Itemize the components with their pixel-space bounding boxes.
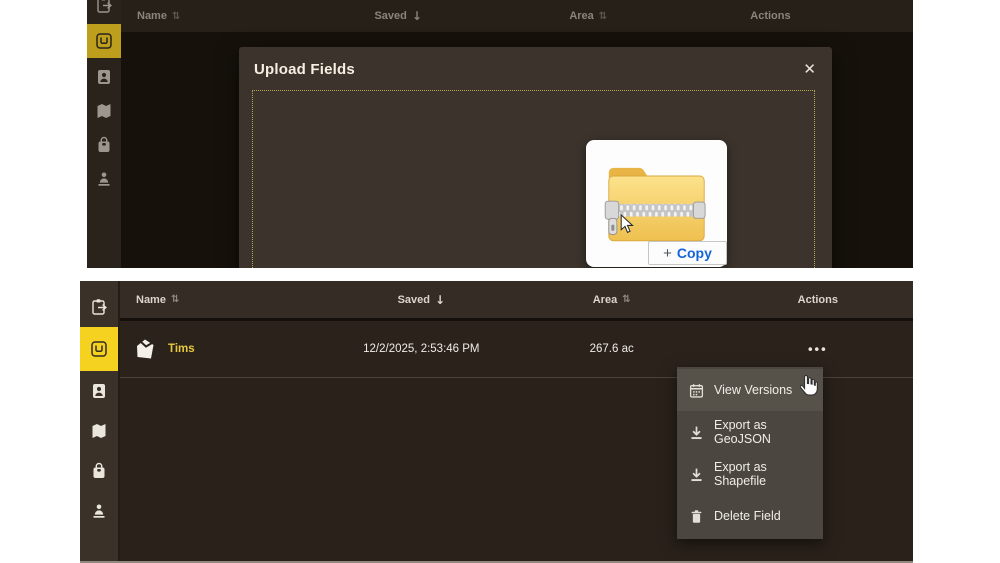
sort-both-icon[interactable]: ⇅ — [171, 294, 179, 305]
menu-item-export-geojson[interactable]: Export as GeoJSON — [677, 411, 823, 453]
menu-item-label: View Versions — [714, 383, 793, 397]
sidebar-item-import[interactable] — [80, 491, 118, 531]
dragged-file-thumbnail: + Copy — [586, 140, 727, 267]
modal-header: Upload Fields ✕ — [239, 47, 832, 91]
bottom-content: Name ⇅ Saved ↓ Area ⇅ Actions Tims 12/2/… — [120, 281, 913, 561]
column-label: Saved — [397, 293, 431, 306]
column-label: Actions — [797, 293, 838, 306]
copy-label: Copy — [676, 245, 712, 261]
fields-table-header-dimmed: Name ⇅ Saved ↓ Area ⇅ Actions — [121, 0, 913, 32]
fields-icon — [96, 33, 112, 49]
field-saved-timestamp: 12/2/2025, 2:53:46 PM — [363, 343, 480, 355]
import-person-icon — [98, 172, 110, 186]
column-label: Saved — [374, 10, 407, 22]
contact-badge-icon — [98, 70, 110, 84]
column-header-saved[interactable]: Saved ↓ — [374, 9, 421, 23]
field-name[interactable]: Tims — [168, 343, 195, 355]
field-area: 267.6 ac — [589, 343, 634, 355]
map-icon — [97, 104, 111, 118]
import-person-icon — [93, 504, 105, 518]
sidebar-item-import[interactable] — [87, 162, 121, 196]
column-header-saved[interactable]: Saved ↓ — [398, 293, 445, 307]
page-canvas: Name ⇅ Saved ↓ Area ⇅ Actions Upload Fie… — [0, 0, 1000, 563]
column-header-area[interactable]: Area ⇅ — [593, 294, 631, 306]
sidebar-item-fields[interactable] — [80, 327, 118, 371]
column-label: Area — [592, 293, 618, 306]
close-icon[interactable]: ✕ — [803, 60, 816, 78]
column-label: Actions — [750, 10, 791, 22]
column-label: Area — [569, 10, 594, 22]
column-header-name[interactable]: Name ⇅ — [136, 294, 179, 306]
modal-title: Upload Fields — [254, 60, 355, 78]
sort-both-icon[interactable]: ⇅ — [622, 294, 630, 305]
app-sidebar — [80, 281, 120, 561]
sidebar-item-share[interactable] — [87, 0, 121, 22]
sidebar-item-share[interactable] — [80, 287, 118, 327]
sidebar-item-contacts[interactable] — [80, 371, 118, 411]
calendar-icon — [689, 383, 704, 398]
sidebar-item-bag[interactable] — [87, 128, 121, 162]
column-header-actions: Actions — [798, 294, 838, 306]
menu-item-label: Export as GeoJSON — [714, 418, 771, 446]
map-icon — [92, 424, 106, 438]
column-label: Name — [137, 10, 167, 22]
sidebar-item-map[interactable] — [87, 94, 121, 128]
sort-both-icon[interactable]: ⇅ — [172, 11, 180, 22]
column-header-name[interactable]: Name ⇅ — [137, 10, 180, 22]
share-clipboard-icon — [97, 0, 112, 13]
trash-icon — [691, 509, 702, 523]
sort-desc-icon[interactable]: ↓ — [435, 293, 445, 307]
zip-folder-icon — [604, 167, 706, 242]
menu-item-delete-field[interactable]: Delete Field — [677, 495, 823, 537]
drag-copy-badge: + Copy — [648, 241, 727, 265]
menu-item-label: Export as Shapefile — [714, 460, 767, 488]
share-clipboard-icon — [92, 299, 107, 315]
mouse-arrow-cursor — [620, 214, 634, 234]
column-label: Name — [136, 293, 166, 306]
screenshot-upload-modal: Name ⇅ Saved ↓ Area ⇅ Actions Upload Fie… — [87, 0, 913, 268]
field-shape-icon — [137, 339, 154, 359]
bag-icon — [98, 136, 110, 152]
screenshot-fields-table: Name ⇅ Saved ↓ Area ⇅ Actions Tims 12/2/… — [80, 281, 913, 563]
sidebar-item-fields[interactable] — [87, 24, 121, 58]
menu-item-label: Delete Field — [714, 509, 781, 523]
download-icon — [691, 468, 702, 481]
sort-both-icon[interactable]: ⇅ — [599, 11, 607, 22]
upload-fields-modal: Upload Fields ✕ + Copy — [239, 47, 832, 268]
download-icon — [691, 426, 702, 439]
fields-table-header: Name ⇅ Saved ↓ Area ⇅ Actions — [120, 281, 913, 321]
plus-icon: + — [663, 244, 672, 262]
column-header-area[interactable]: Area ⇅ — [569, 10, 607, 22]
sort-desc-icon[interactable]: ↓ — [412, 9, 422, 23]
bag-icon — [93, 462, 105, 478]
upload-dropzone[interactable] — [252, 90, 815, 268]
column-header-actions: Actions — [750, 10, 790, 22]
app-sidebar — [87, 0, 121, 268]
hand-pointer-cursor — [799, 374, 818, 396]
menu-item-export-shapefile[interactable]: Export as Shapefile — [677, 453, 823, 495]
sidebar-item-bag[interactable] — [80, 451, 118, 491]
row-actions-ellipsis-icon[interactable]: ••• — [808, 342, 828, 357]
contact-badge-icon — [93, 384, 105, 398]
top-content: Name ⇅ Saved ↓ Area ⇅ Actions Upload Fie… — [121, 0, 913, 268]
fields-icon — [91, 341, 107, 357]
sidebar-item-contacts[interactable] — [87, 60, 121, 94]
sidebar-item-map[interactable] — [80, 411, 118, 451]
